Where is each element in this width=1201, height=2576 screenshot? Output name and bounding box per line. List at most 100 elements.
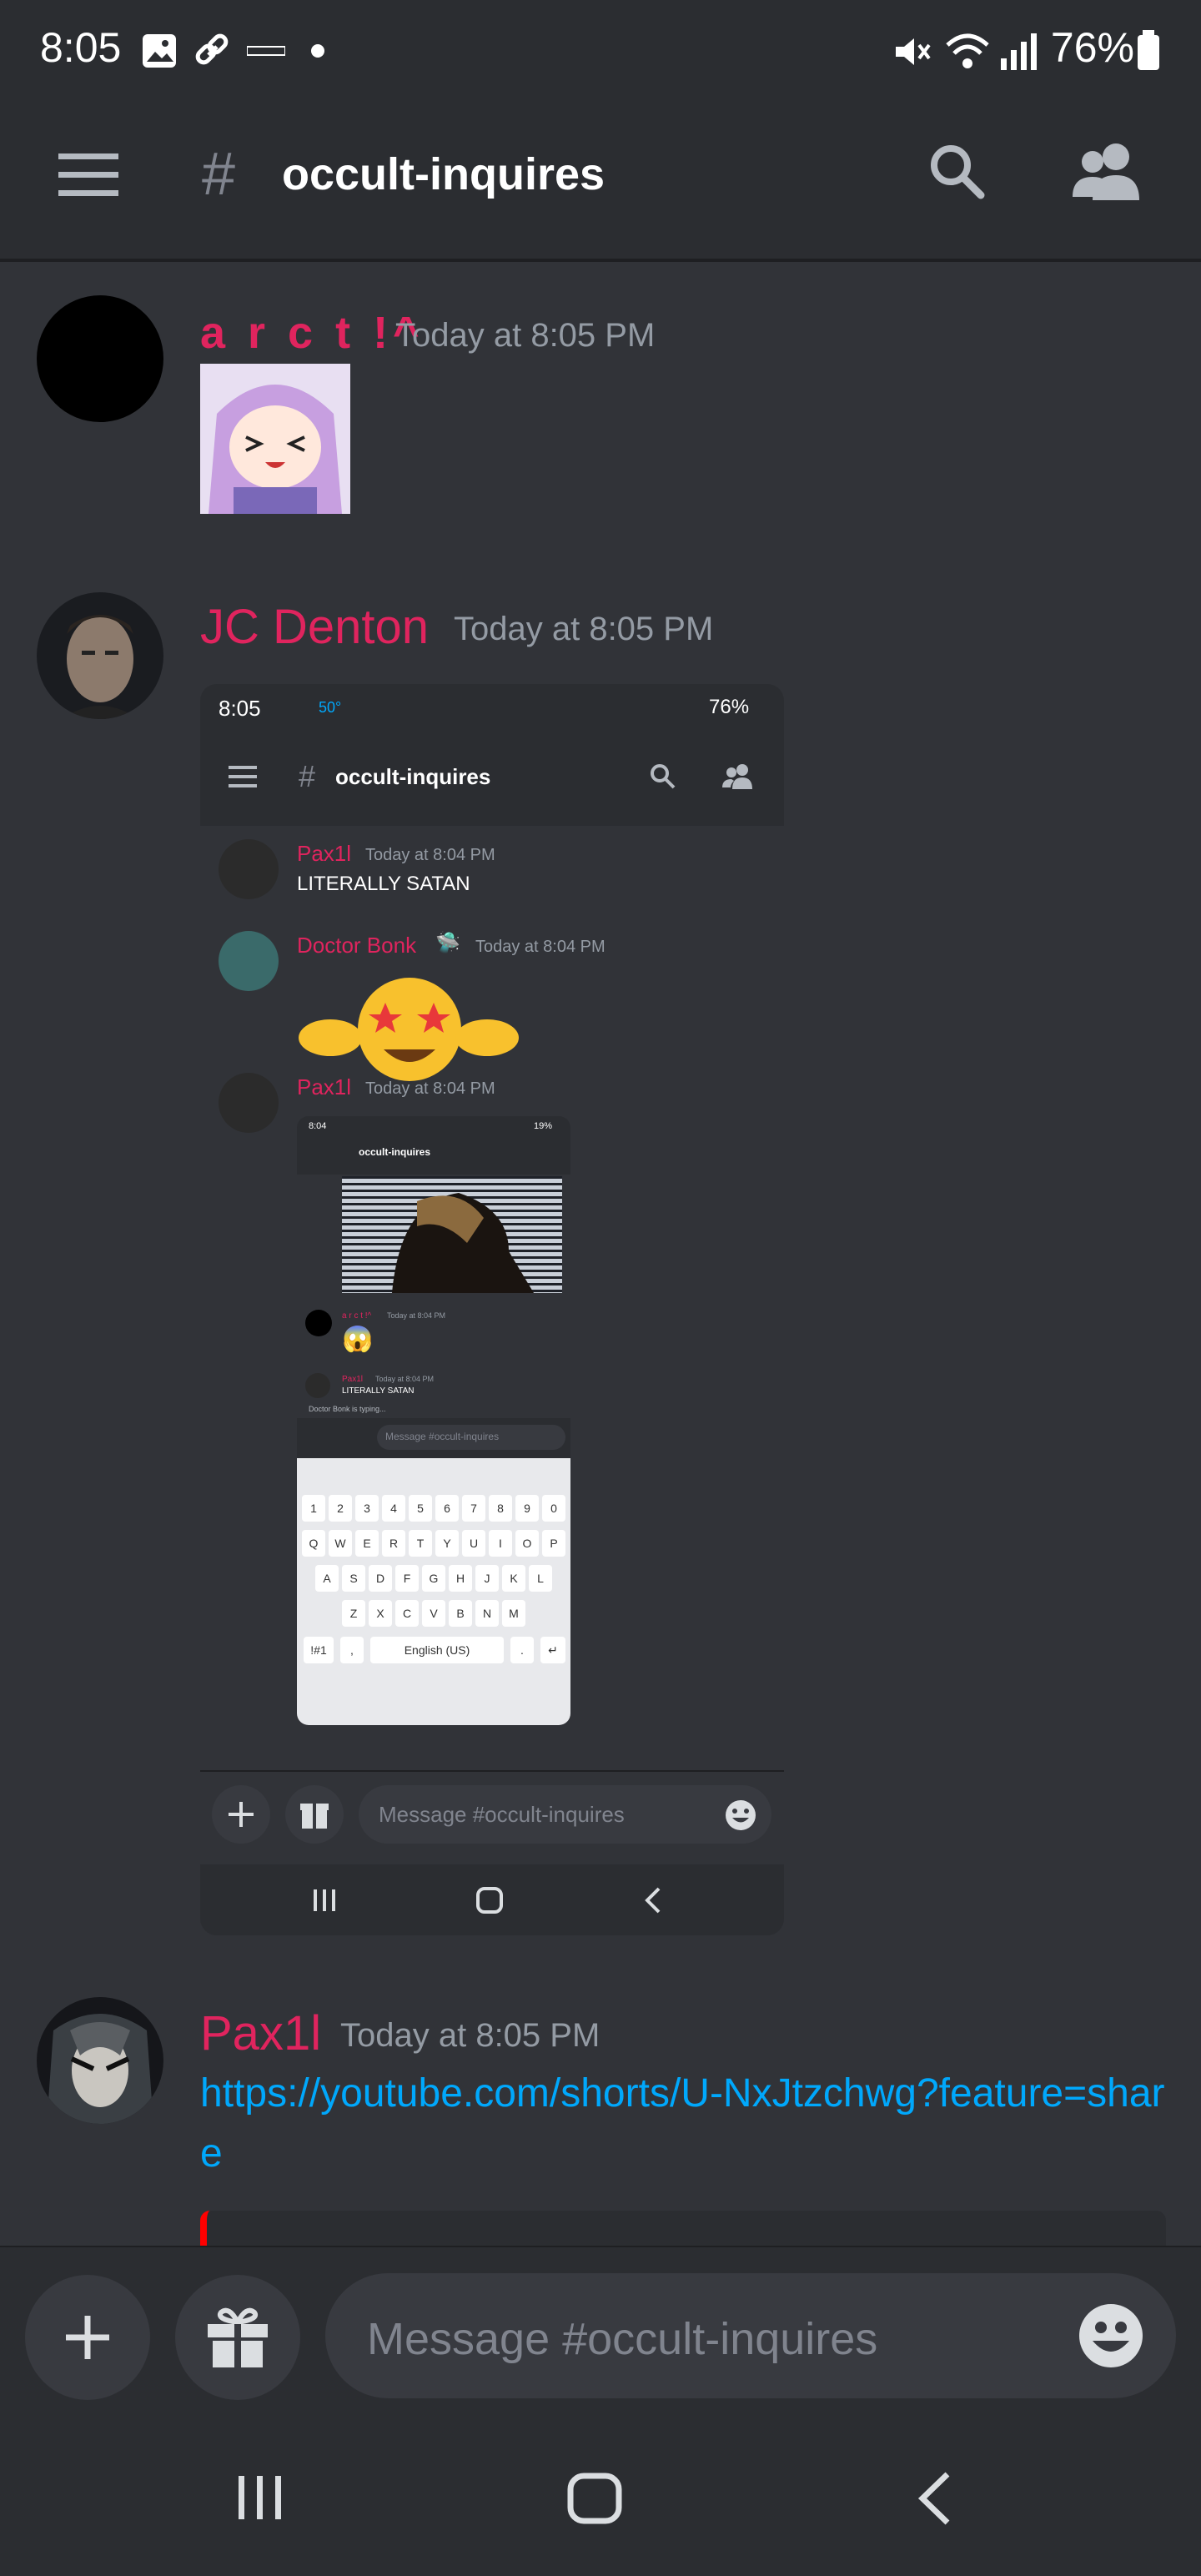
emoji-icon[interactable]	[1078, 2302, 1144, 2369]
key-space: English (US)	[370, 1637, 504, 1663]
back-icon[interactable]	[914, 2471, 956, 2526]
emoji-pointing-star-eyes	[299, 978, 519, 1081]
nested-username: a r c t !^	[342, 1311, 372, 1321]
keyboard-key: 0	[542, 1495, 565, 1522]
keyboard-key: X	[369, 1600, 392, 1627]
gift-button[interactable]	[175, 2275, 300, 2400]
embed-avatar	[219, 931, 279, 991]
embed-timestamp: Today at 8:04 PM	[365, 846, 495, 864]
keyboard-key: 8	[489, 1495, 512, 1522]
key-comma: ,	[340, 1637, 364, 1663]
embed-username: Pax1l	[297, 1074, 352, 1099]
members-icon[interactable]	[1073, 140, 1143, 202]
embed-status-bar: 8:05 50° 76%	[200, 684, 784, 734]
message-username[interactable]: JC Denton	[200, 599, 429, 655]
nested-timestamp: Today at 8:04 PM	[375, 1375, 435, 1383]
attached-screenshot[interactable]: 8:05 50° 76% # occult-inquires Pax1l Tod…	[200, 684, 784, 1935]
plus-icon	[66, 2316, 109, 2359]
nested-image	[342, 1176, 562, 1293]
keyboard-key: B	[449, 1600, 472, 1627]
keyboard-key: H	[449, 1565, 472, 1592]
keyboard-key: 9	[515, 1495, 539, 1522]
keyboard-key: 2	[329, 1495, 352, 1522]
keyboard-key: Y	[435, 1530, 459, 1557]
embed-avatar	[219, 839, 279, 899]
key-symbols: !#1	[304, 1637, 334, 1663]
add-attachment-button[interactable]	[25, 2275, 150, 2400]
keyboard-key: M	[502, 1600, 525, 1627]
keyboard-key: V	[422, 1600, 445, 1627]
nested-battery: 19%	[534, 1121, 553, 1131]
dot-icon	[311, 44, 324, 58]
home-icon[interactable]	[567, 2473, 622, 2524]
nested-username: Pax1l	[342, 1375, 364, 1384]
recents-icon[interactable]	[237, 2474, 284, 2521]
embed-status-temp: 50°	[319, 699, 342, 716]
keyboard-key: L	[529, 1565, 552, 1592]
link-icon	[195, 33, 229, 65]
nested-message-text: LITERALLY SATAN	[342, 1386, 415, 1396]
message-input[interactable]: Message #occult-inquires	[325, 2273, 1176, 2398]
android-nav-bar	[0, 2404, 1201, 2576]
keyboard-key: E	[355, 1530, 379, 1557]
key-enter: ↵	[540, 1637, 565, 1663]
keyboard-key: C	[395, 1600, 419, 1627]
keyboard-key: R	[382, 1530, 405, 1557]
keyboard-key: A	[315, 1565, 339, 1592]
embed-channel-title: occult-inquires	[335, 764, 491, 789]
gift-icon	[208, 2307, 268, 2367]
menu-icon[interactable]	[58, 152, 118, 199]
keyboard-key: 1	[302, 1495, 325, 1522]
nested-header	[297, 1116, 570, 1175]
ufo-emoji-icon: 🛸	[435, 932, 460, 954]
embed-username: Doctor Bonk	[297, 933, 417, 958]
search-icon[interactable]	[927, 142, 986, 200]
keyboard-key: W	[329, 1530, 352, 1557]
embed-nav-bar	[200, 1864, 784, 1935]
avatar[interactable]	[37, 1997, 163, 2124]
embed-timestamp: Today at 8:04 PM	[365, 1079, 495, 1098]
embed-home-icon	[476, 1887, 503, 1914]
nested-screenshot: 8:04 19% occult-inquires a r c t !^ Toda…	[297, 1116, 570, 1725]
status-time: 8:05	[40, 24, 122, 71]
embed-hash-icon: #	[299, 759, 316, 793]
keyboard-key: Q	[302, 1530, 325, 1557]
keyboard-key: U	[462, 1530, 485, 1557]
keyboard-key: 7	[462, 1495, 485, 1522]
keyboard-key: P	[542, 1530, 565, 1557]
keyboard-key: Z	[342, 1600, 365, 1627]
avatar[interactable]	[37, 592, 163, 719]
wifi-icon	[946, 33, 989, 68]
message-username[interactable]: Pax1l	[200, 2005, 321, 2061]
status-bar: 8:05 76%	[0, 0, 1201, 100]
image-icon	[143, 34, 176, 68]
keyboard-key: K	[502, 1565, 525, 1592]
message-timestamp: Today at 8:05 PM	[454, 611, 714, 647]
signal-icon	[1001, 33, 1037, 70]
nested-keyboard: 1234567890 QWERTYUIOP ASDFGHJKL ZXCVBNM !#1…	[297, 1458, 570, 1725]
message-timestamp: Today at 8:05 PM	[395, 317, 656, 354]
keyboard-key: 5	[409, 1495, 432, 1522]
nested-time: 8:04	[309, 1121, 327, 1131]
keyboard-key: D	[369, 1565, 392, 1592]
embed-avatar	[219, 1073, 279, 1133]
nested-avatar	[305, 1373, 330, 1398]
keyboard-key: T	[409, 1530, 432, 1557]
avatar[interactable]	[37, 295, 163, 422]
embed-header: # occult-inquires	[200, 734, 784, 826]
embed-timestamp: Today at 8:04 PM	[475, 938, 606, 956]
embed-members-icon	[722, 764, 752, 789]
message-input-placeholder: Message #occult-inquires	[367, 2314, 878, 2364]
keyboard-key: N	[475, 1600, 499, 1627]
keyboard-key: 6	[435, 1495, 459, 1522]
keyboard-key: O	[515, 1530, 539, 1557]
embed-search-icon	[651, 764, 676, 789]
keyboard-key: 4	[382, 1495, 405, 1522]
nested-input-placeholder: Message #occult-inquires	[385, 1431, 500, 1442]
sticker-image[interactable]	[200, 364, 350, 514]
embed-recents-icon	[314, 1889, 335, 1911]
message-username[interactable]: a r c t !^	[200, 307, 425, 359]
youtube-link[interactable]: https://youtube.com/shorts/U-NxJtzchwg?f…	[200, 2064, 1168, 2184]
embed-status-battery: 76%	[709, 696, 750, 718]
embed-divider	[200, 1770, 784, 1772]
